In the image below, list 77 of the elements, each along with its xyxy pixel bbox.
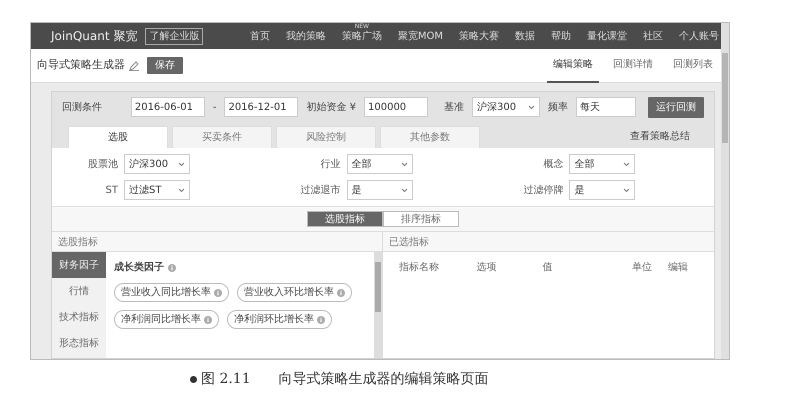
- field-label: 初始资金 ¥: [306, 100, 356, 114]
- run-backtest-button[interactable]: 运行回测: [648, 96, 704, 118]
- nav-link[interactable]: 帮助: [551, 30, 571, 42]
- section-title: 回测条件: [62, 100, 102, 114]
- caret-icon: [400, 162, 408, 166]
- edition-link[interactable]: 了解企业版: [145, 28, 204, 44]
- page-title: 向导式策略生成器: [37, 57, 125, 74]
- nav-link[interactable]: 量化课堂: [587, 30, 627, 42]
- caret-icon: [623, 188, 630, 192]
- capital-field[interactable]: 100000: [364, 97, 428, 117]
- filter-label: 过滤退市: [300, 184, 341, 198]
- indicator-chip[interactable]: 净利润环比增长率: [227, 310, 332, 329]
- indicator-toggle[interactable]: 排序指标: [383, 211, 459, 227]
- info-icon: [204, 316, 212, 324]
- filter-select[interactable]: 全部: [569, 154, 636, 174]
- info-icon: [317, 316, 325, 324]
- indicator-chip[interactable]: 净利润同比增长率: [114, 310, 219, 329]
- column-header: 选项: [476, 260, 498, 275]
- caret-icon: [178, 188, 185, 192]
- page-tab[interactable]: 回测列表: [667, 48, 719, 83]
- column-header: 编辑: [668, 260, 690, 275]
- indicator-toggle[interactable]: 选股指标: [307, 211, 383, 227]
- field-label: 频率: [548, 100, 568, 114]
- column-header: 单位: [632, 260, 654, 275]
- figure-number: 图 2.11: [201, 370, 251, 389]
- benchmark-select[interactable]: 沪深300: [472, 97, 540, 117]
- filter-select[interactable]: 是: [346, 180, 413, 200]
- filter-select[interactable]: 全部: [346, 154, 413, 174]
- group-title: 成长类因子: [114, 260, 164, 275]
- column-header: 值: [542, 261, 554, 275]
- settings-tab[interactable]: 其他参数: [380, 126, 480, 148]
- category-item[interactable]: 财务因子: [52, 252, 106, 278]
- nav-link[interactable]: 个人账号: [679, 30, 719, 42]
- select-value: 沪深300: [477, 100, 516, 114]
- nav-link[interactable]: 首页: [250, 30, 270, 42]
- caret-icon: [528, 104, 535, 110]
- start-date-field[interactable]: 2016-06-01: [130, 97, 205, 117]
- indicator-chip[interactable]: 营业收入环比增长率: [237, 283, 352, 302]
- summary-link[interactable]: 查看策略总结: [630, 129, 690, 144]
- filter-label: 概念: [542, 158, 564, 172]
- end-date-field[interactable]: 2016-12-01: [224, 97, 298, 117]
- field-label: 基准: [444, 100, 464, 114]
- filter-select[interactable]: 过滤ST: [124, 180, 190, 200]
- filter-select[interactable]: 沪深300: [124, 154, 190, 174]
- column-header: 指标名称: [399, 260, 440, 275]
- settings-tab[interactable]: 风险控制: [276, 126, 376, 148]
- settings-tab[interactable]: 选股: [68, 126, 168, 148]
- indicator-chip[interactable]: 营业收入同比增长率: [114, 283, 229, 302]
- caret-icon: [400, 188, 408, 192]
- filter-label: 行业: [320, 158, 341, 172]
- filter-select[interactable]: 是: [569, 180, 636, 200]
- nav-link[interactable]: 聚宽MOM: [398, 30, 443, 42]
- info-icon: [337, 288, 345, 296]
- filter-label: ST: [104, 184, 118, 198]
- save-button[interactable]: 保存: [147, 57, 183, 74]
- page-tab[interactable]: 编辑策略: [547, 48, 599, 83]
- caret-icon: [623, 162, 630, 166]
- nav-link[interactable]: 社区: [643, 30, 663, 42]
- nav-link[interactable]: 数据: [515, 30, 535, 42]
- scrollbar[interactable]: [374, 252, 382, 358]
- nav-link[interactable]: 策略大赛: [459, 30, 499, 42]
- nav-link[interactable]: 策略广场: [342, 30, 382, 42]
- date-separator: -: [212, 100, 216, 114]
- filter-label: 股票池: [87, 158, 118, 172]
- edit-icon[interactable]: [129, 60, 139, 70]
- info-icon: [214, 288, 222, 296]
- frequency-field[interactable]: 每天: [576, 97, 636, 117]
- logo: JoinQuant 聚宽: [51, 28, 138, 45]
- page-scrollbar[interactable]: [721, 23, 729, 359]
- nav-link[interactable]: 我的策略: [286, 30, 326, 42]
- bullet-icon: [190, 376, 197, 383]
- settings-tab[interactable]: 买卖条件: [172, 126, 272, 148]
- page-tab[interactable]: 回测详情: [607, 48, 659, 83]
- caret-icon: [178, 162, 185, 166]
- info-icon: [168, 264, 176, 272]
- figure-caption: 向导式策略生成器的编辑策略页面: [278, 370, 489, 389]
- filter-label: 过滤停牌: [522, 184, 564, 198]
